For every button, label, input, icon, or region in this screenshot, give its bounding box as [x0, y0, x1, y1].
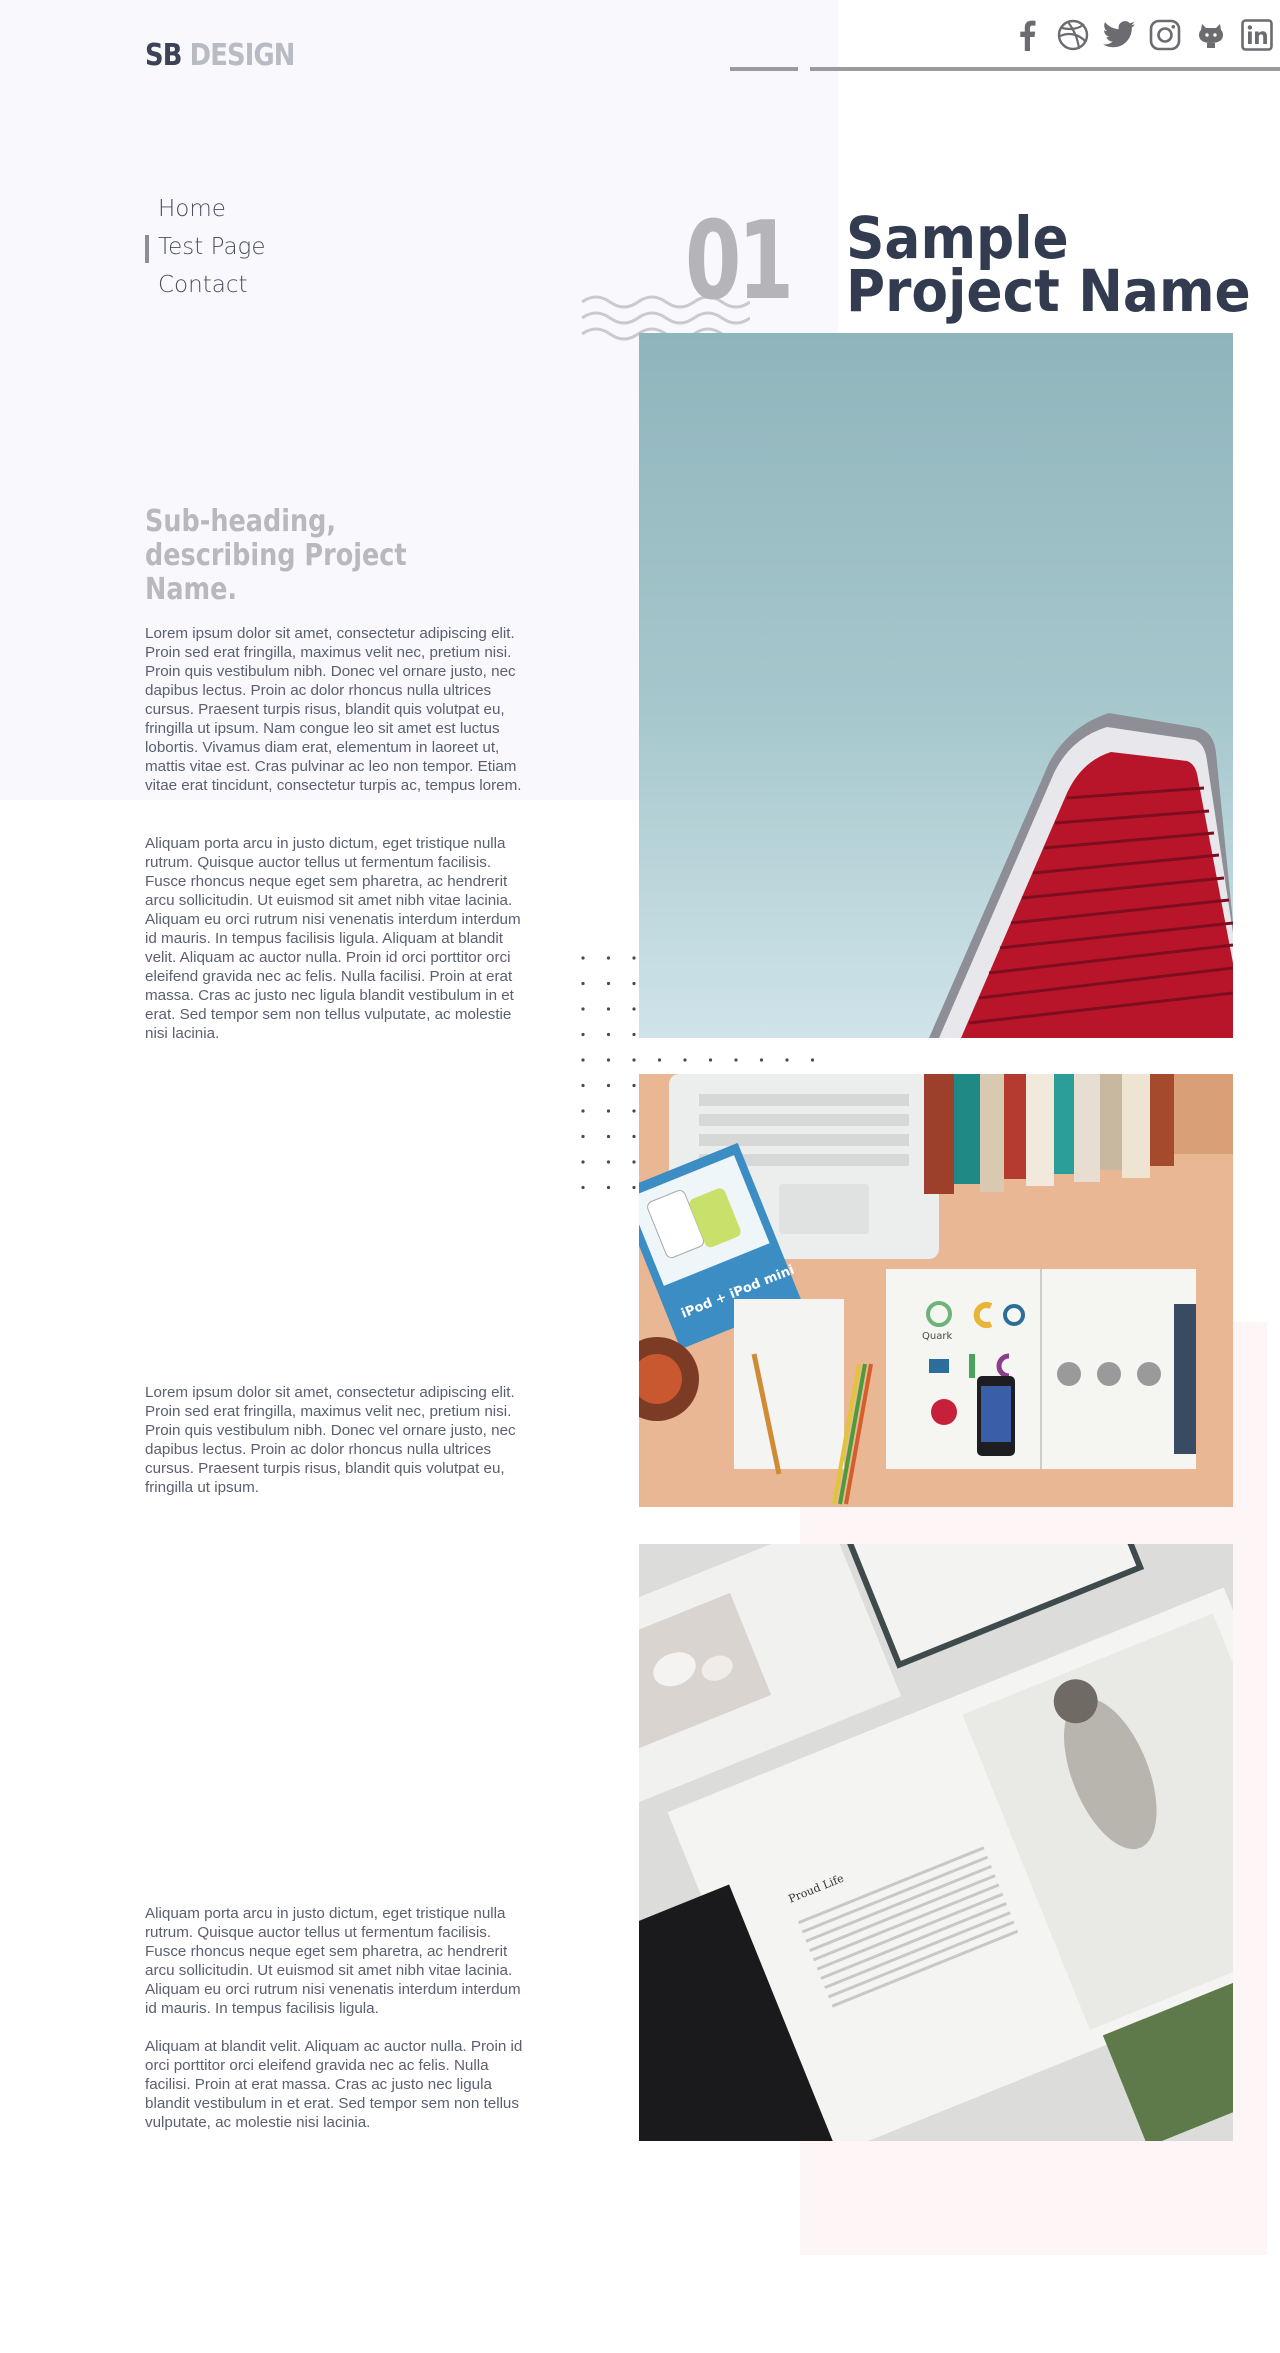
- grid-dot: [734, 1058, 738, 1062]
- header-rule-long: [810, 67, 1280, 71]
- grid-dot: [632, 981, 636, 986]
- grid-dot: [632, 1185, 636, 1190]
- grid-dot: [632, 1032, 636, 1037]
- grid-dot: [606, 1032, 611, 1037]
- grid-dot: [581, 1058, 585, 1062]
- grid-dot: [632, 1083, 636, 1088]
- grid-dot: [632, 1058, 636, 1062]
- nav-item-home[interactable]: Home: [145, 190, 266, 228]
- grid-dot: [683, 1058, 687, 1062]
- project-image-building: [639, 333, 1233, 1038]
- github-icon[interactable]: [1194, 18, 1228, 52]
- grid-dot: [606, 981, 611, 986]
- grid-dot: [632, 956, 636, 960]
- grid-dot: [606, 1058, 611, 1062]
- grid-dot: [581, 1185, 585, 1190]
- grid-dot: [759, 1058, 764, 1062]
- logo-sb: SB: [145, 38, 182, 73]
- site-logo[interactable]: SB DESIGN: [145, 38, 295, 73]
- grid-dot: [581, 981, 585, 986]
- grid-dot: [785, 1058, 789, 1062]
- grid-dot: [657, 1058, 662, 1062]
- grid-dot: [581, 1032, 585, 1037]
- grid-dot: [581, 956, 585, 960]
- header-rule-short: [730, 67, 798, 71]
- grid-dot: [606, 1185, 611, 1190]
- grid-dot: [708, 1058, 713, 1062]
- grid-dot: [581, 1160, 585, 1164]
- grid-dot: [581, 1083, 585, 1088]
- dribbble-icon[interactable]: [1056, 18, 1090, 52]
- grid-dot: [810, 1058, 815, 1062]
- grid-dot: [632, 1160, 636, 1164]
- project-image-desk: iPod + iPod mini Quark: [639, 1074, 1233, 1507]
- grid-dot: [606, 1160, 611, 1164]
- grid-dot: [606, 956, 611, 960]
- grid-dot: [606, 1134, 611, 1139]
- grid-dot: [581, 1134, 585, 1139]
- paragraph-2: Aliquam porta arcu in justo dictum, eget…: [145, 835, 521, 1042]
- project-subheading: Sub-heading, describing Project Name.: [145, 504, 407, 607]
- grid-dot: [606, 1007, 611, 1011]
- twitter-icon[interactable]: [1102, 18, 1136, 52]
- logo-design: DESIGN: [189, 38, 296, 73]
- linkedin-icon[interactable]: [1240, 18, 1274, 52]
- grid-dot: [632, 1109, 636, 1113]
- project-title: Sample Project Name: [846, 209, 1251, 325]
- paragraph-1: Lorem ipsum dolor sit amet, consectetur …: [145, 625, 522, 794]
- grid-dot: [606, 1109, 611, 1113]
- paragraph-4: Aliquam porta arcu in justo dictum, eget…: [145, 1905, 521, 2017]
- instagram-icon[interactable]: [1148, 18, 1182, 52]
- grid-dot: [632, 1134, 636, 1139]
- grid-dot: [632, 1007, 636, 1011]
- grid-dot: [581, 1007, 585, 1011]
- paragraph-5: Aliquam at blandit velit. Aliquam ac auc…: [145, 2038, 523, 2131]
- nav-item-contact[interactable]: Contact: [145, 266, 266, 304]
- project-image-magazine: Proud Life: [639, 1544, 1233, 2141]
- social-links: [1010, 18, 1274, 52]
- project-title-line-2: Project Name: [846, 257, 1251, 325]
- paragraph-3: Lorem ipsum dolor sit amet, consectetur …: [145, 1384, 516, 1496]
- quark-label: Quark: [922, 1331, 952, 1342]
- facebook-icon[interactable]: [1010, 18, 1044, 52]
- project-number: 01: [685, 199, 794, 324]
- main-nav: Home Test Page Contact: [145, 190, 266, 304]
- nav-item-test-page[interactable]: Test Page: [145, 228, 266, 266]
- grid-dot: [581, 1109, 585, 1113]
- grid-dot: [606, 1083, 611, 1088]
